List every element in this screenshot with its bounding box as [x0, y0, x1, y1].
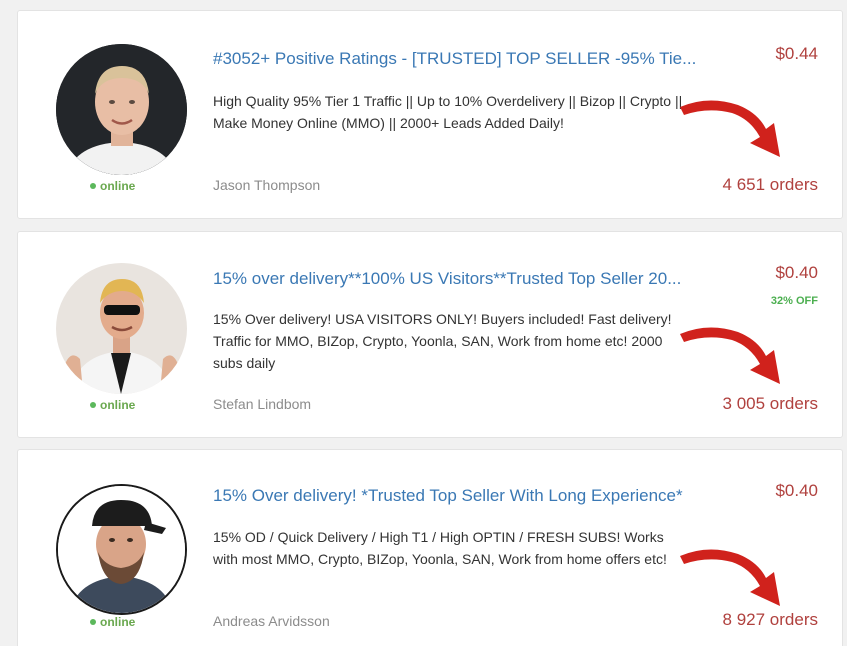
order-count: 8 927 orders: [722, 610, 818, 629]
listing-card[interactable]: online 15% over delivery**100% US Visito…: [17, 231, 843, 438]
listing-title-link[interactable]: 15% Over delivery! *Trusted Top Seller W…: [213, 486, 713, 506]
listing-description: 15% Over delivery! USA VISITORS ONLY! Bu…: [213, 311, 672, 371]
online-status: online: [90, 398, 135, 412]
status-label: online: [100, 398, 136, 412]
order-count: 3 005 orders: [722, 394, 818, 413]
listing-card[interactable]: online #3052+ Positive Ratings - [TRUSTE…: [17, 10, 843, 219]
discount-badge: 32% OFF: [770, 295, 818, 307]
seller-name[interactable]: Stefan Lindbom: [213, 396, 311, 412]
red-arrow-icon: [680, 327, 780, 384]
seller-photo-icon: [58, 486, 185, 613]
seller-listing: online #3052+ Positive Ratings - [TRUSTE…: [0, 0, 847, 646]
seller-photo-icon: [56, 44, 187, 175]
listing-price: $0.40: [775, 263, 818, 282]
status-label: online: [100, 179, 136, 193]
red-arrow-icon: [680, 549, 780, 606]
listing-title-link[interactable]: 15% over delivery**100% US Visitors**Tru…: [213, 269, 713, 289]
order-count: 4 651 orders: [722, 175, 818, 194]
listing-price: $0.44: [775, 44, 818, 63]
listing-description: 15% OD / Quick Delivery / High T1 / High…: [213, 529, 667, 567]
seller-avatar[interactable]: [56, 44, 187, 175]
seller-avatar[interactable]: [56, 263, 187, 394]
listing-card[interactable]: online 15% Over delivery! *Trusted Top S…: [17, 449, 843, 646]
seller-photo-icon: [56, 263, 187, 394]
online-dot-icon: [90, 619, 96, 625]
online-status: online: [90, 615, 135, 629]
online-dot-icon: [90, 183, 96, 189]
listing-title-link[interactable]: #3052+ Positive Ratings - [TRUSTED] TOP …: [213, 49, 713, 69]
listing-description: High Quality 95% Tier 1 Traffic || Up to…: [213, 93, 683, 131]
listing-price: $0.40: [775, 481, 818, 500]
online-dot-icon: [90, 402, 96, 408]
online-status: online: [90, 179, 135, 193]
red-arrow-icon: [680, 100, 780, 157]
seller-name[interactable]: Jason Thompson: [213, 177, 320, 193]
status-label: online: [100, 615, 136, 629]
seller-name[interactable]: Andreas Arvidsson: [213, 613, 330, 629]
seller-avatar[interactable]: [56, 484, 187, 615]
